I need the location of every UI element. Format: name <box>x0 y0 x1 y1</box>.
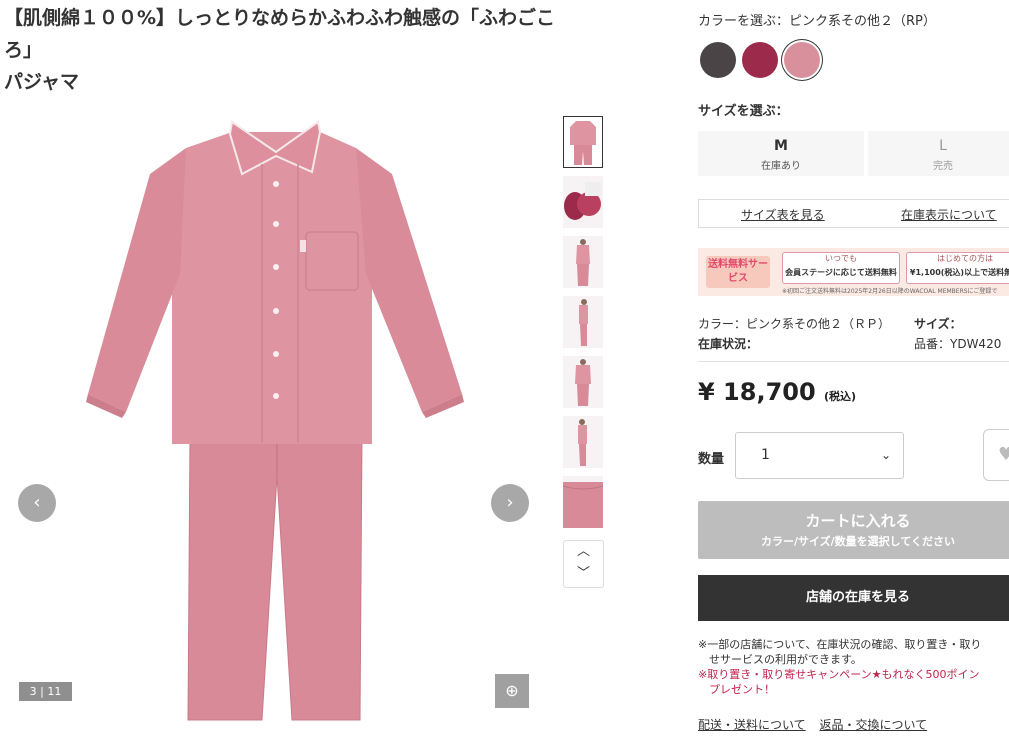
chevron-up-icon[interactable]: ︿ <box>564 541 603 563</box>
size-links: サイズ表を見る 在庫表示について <box>698 199 1009 228</box>
color-swatch-wine[interactable] <box>742 42 778 78</box>
price-tax: (税込) <box>824 390 857 403</box>
color-swatch-dark-brown[interactable] <box>700 42 736 78</box>
next-image-button[interactable]: › <box>491 484 529 522</box>
campaign-note[interactable]: ※取り置き・取り寄せキャンペーン★もれなく500ポイン プレゼント！ <box>698 667 1009 697</box>
free-shipping-badge: 送料無料サービス <box>706 256 770 288</box>
free-shipping-banner[interactable]: 送料無料サービス いつでも 会員ステージに応じて送料無料 はじめての方は ¥1,… <box>698 248 1009 296</box>
heart-icon: ♥ <box>998 444 1009 465</box>
main-product-image[interactable]: ‹ › <box>0 104 548 734</box>
product-title: 【肌側綿１００%】しっとりなめらかふわふわ触感の「ふわごこ ろ」 パジャマ <box>4 2 604 98</box>
size-option-m[interactable]: M 在庫あり <box>698 131 864 176</box>
size-option-l[interactable]: L 完売 <box>868 131 1009 176</box>
quantity-label: 数量 <box>698 452 725 467</box>
size-label: サイズを選ぶ： <box>698 104 789 119</box>
image-counter: 3 | 11 <box>19 682 72 701</box>
product-title-line2: ろ」 <box>4 39 43 61</box>
first-label: はじめての方は <box>937 254 993 263</box>
thumbnail-1[interactable] <box>563 116 603 168</box>
price: ¥ 18,700 (税込) <box>698 378 856 406</box>
shipping-link[interactable]: 配送・送料について <box>698 718 806 732</box>
detail-color: カラー：ピンク系その他２（ＲＰ） <box>698 317 891 331</box>
campaign-note-line1: ※取り置き・取り寄せキャンペーン★もれなく500ポイン <box>698 668 980 681</box>
size-option-label: M <box>774 138 788 154</box>
returns-link[interactable]: 返品・交換について <box>819 718 927 732</box>
thumbnail-6[interactable] <box>563 416 603 468</box>
stock-legend-link[interactable]: 在庫表示について <box>901 206 997 223</box>
thumbnail-scroll: ︿ ﹀ <box>563 540 604 588</box>
store-note: ※一部の店舗について、在庫状況の確認、取り置き・取り せサービスの利用ができます… <box>698 637 1009 667</box>
store-stock-button[interactable]: 店舗の在庫を見る <box>698 575 1009 621</box>
zoom-icon[interactable]: ⊕ <box>495 674 529 708</box>
size-option-label: L <box>939 138 947 154</box>
store-note-line2: せサービスの利用ができます。 <box>698 653 862 666</box>
color-swatch-pink[interactable] <box>784 42 820 78</box>
thumbnail-4[interactable] <box>563 296 603 348</box>
quantity-value: 1 <box>761 447 770 463</box>
size-option-status: 完売 <box>933 161 953 172</box>
product-title-line1: 【肌側綿１００%】しっとりなめらかふわふわ触感の「ふわごこ <box>4 7 556 29</box>
first-time-shipping-box: はじめての方は ¥1,100(税込)以上で送料無料 <box>906 252 1009 284</box>
product-title-line3: パジャマ <box>4 71 80 93</box>
detail-size: サイズ： <box>914 317 962 331</box>
price-amount: ¥ 18,700 <box>698 378 816 406</box>
thumbnail-list <box>563 116 605 536</box>
member-shipping-box: いつでも 会員ステージに応じて送料無料 <box>782 252 900 284</box>
quantity-select[interactable]: 1 ⌄ <box>735 432 904 479</box>
divider <box>698 361 1009 362</box>
chevron-down-icon: ⌄ <box>880 448 891 462</box>
footer-links: 配送・送料について 返品・交換について <box>698 716 937 733</box>
first-text: ¥1,100(税込)以上で送料無料 <box>909 268 1009 277</box>
detail-sku: 品番：YDW420 <box>914 337 1002 351</box>
favorite-button[interactable]: ♥ <box>983 429 1009 481</box>
thumbnail-2[interactable] <box>563 176 603 228</box>
always-label: いつでも <box>825 254 857 263</box>
campaign-note-line2: プレゼント！ <box>698 683 775 696</box>
size-chart-link[interactable]: サイズ表を見る <box>741 206 825 223</box>
always-text: 会員ステージに応じて送料無料 <box>785 268 897 277</box>
detail-stock: 在庫状況： <box>698 337 759 351</box>
add-to-cart-hint: カラー/サイズ/数量を選択してください <box>760 535 956 548</box>
store-note-line1: ※一部の店舗について、在庫状況の確認、取り置き・取り <box>698 638 982 651</box>
add-to-cart-button[interactable]: カートに入れる カラー/サイズ/数量を選択してください <box>698 501 1009 559</box>
color-label: カラーを選ぶ：ピンク系その他２（RP） <box>698 14 936 29</box>
prev-image-button[interactable]: ‹ <box>18 484 56 522</box>
banner-fine-print: ※初回ご注文送料無料は2025年2月26日以降のWACOAL MEMBERSにご… <box>782 288 998 295</box>
add-to-cart-label: カートに入れる <box>805 512 911 530</box>
pajama-illustration <box>86 120 464 721</box>
chevron-down-icon[interactable]: ﹀ <box>564 563 603 585</box>
size-option-status: 在庫あり <box>761 161 801 172</box>
thumbnail-5[interactable] <box>563 356 603 408</box>
thumbnail-3[interactable] <box>563 236 603 288</box>
thumbnail-7[interactable] <box>563 476 603 528</box>
